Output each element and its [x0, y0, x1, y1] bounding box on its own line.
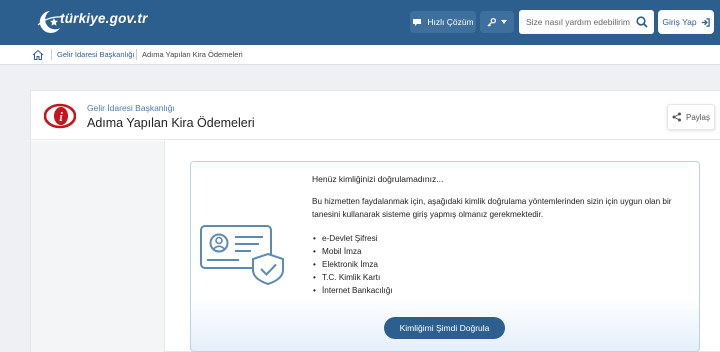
auth-method-item: Elektronik İmza	[312, 258, 393, 271]
auth-method-item: T.C. Kimlik Kartı	[312, 271, 393, 284]
login-label: Giriş Yap	[662, 17, 697, 27]
search-button[interactable]	[635, 15, 649, 29]
gib-emblem-icon: i	[43, 103, 77, 129]
top-navbar: türkiye.gov.tr Hızlı Çözüm Giriş Yap	[0, 0, 720, 45]
key-icon	[487, 17, 496, 27]
search-icon	[636, 16, 648, 28]
caret-down-icon	[501, 20, 507, 24]
quick-solution-button[interactable]: Hızlı Çözüm	[410, 11, 476, 33]
share-icon	[672, 112, 681, 122]
auth-description: Bu hizmetten faydalanmak için, aşağıdaki…	[312, 197, 672, 219]
share-button[interactable]: Paylaş	[667, 104, 715, 130]
breadcrumb-separator	[51, 49, 52, 60]
service-sidebar	[31, 141, 165, 352]
breadcrumb-separator	[136, 49, 137, 60]
auth-method-item: Mobil İmza	[312, 245, 393, 258]
login-button[interactable]: Giriş Yap	[658, 10, 714, 34]
auth-title: Henüz kimliğinizi doğrulamadınız...	[312, 174, 444, 184]
breadcrumb-item-current: Adıma Yapılan Kira Ödemeleri	[142, 50, 243, 59]
auth-method-list: e-Devlet Şifresi Mobil İmza Elektronik İ…	[312, 232, 393, 297]
home-icon	[32, 49, 44, 60]
login-arrow-icon	[701, 17, 710, 27]
service-header: i Gelir İdaresi Başkanlığı Adıma Yapılan…	[31, 91, 720, 140]
search-input[interactable]	[519, 10, 631, 34]
quick-solution-label: Hızlı Çözüm	[427, 17, 474, 27]
breadcrumb-home[interactable]	[32, 49, 44, 61]
id-card-shield-icon	[200, 225, 284, 286]
service-title: Adıma Yapılan Kira Ödemeleri	[87, 116, 255, 130]
search-box	[519, 10, 654, 34]
authentication-panel: Henüz kimliğinizi doğrulamadınız... Bu h…	[190, 161, 700, 352]
share-label: Paylaş	[685, 112, 710, 122]
chat-icon	[413, 18, 422, 26]
gib-logo: i	[43, 103, 77, 129]
verify-identity-button[interactable]: Kimliğimi Şimdi Doğrula	[384, 317, 505, 339]
auth-method-item: e-Devlet Şifresi	[312, 232, 393, 245]
id-card-illustration	[199, 224, 287, 286]
breadcrumb-item-organization[interactable]: Gelir İdaresi Başkanlığı	[57, 50, 135, 59]
svg-text:i: i	[59, 109, 63, 124]
breadcrumb: Gelir İdaresi Başkanlığı Adıma Yapılan K…	[0, 45, 720, 65]
auth-method-item: İnternet Bankacılığı	[312, 284, 393, 297]
tools-dropdown-button[interactable]	[480, 11, 514, 33]
logo-text[interactable]: türkiye.gov.tr	[60, 11, 148, 26]
service-organization[interactable]: Gelir İdaresi Başkanlığı	[87, 103, 175, 113]
